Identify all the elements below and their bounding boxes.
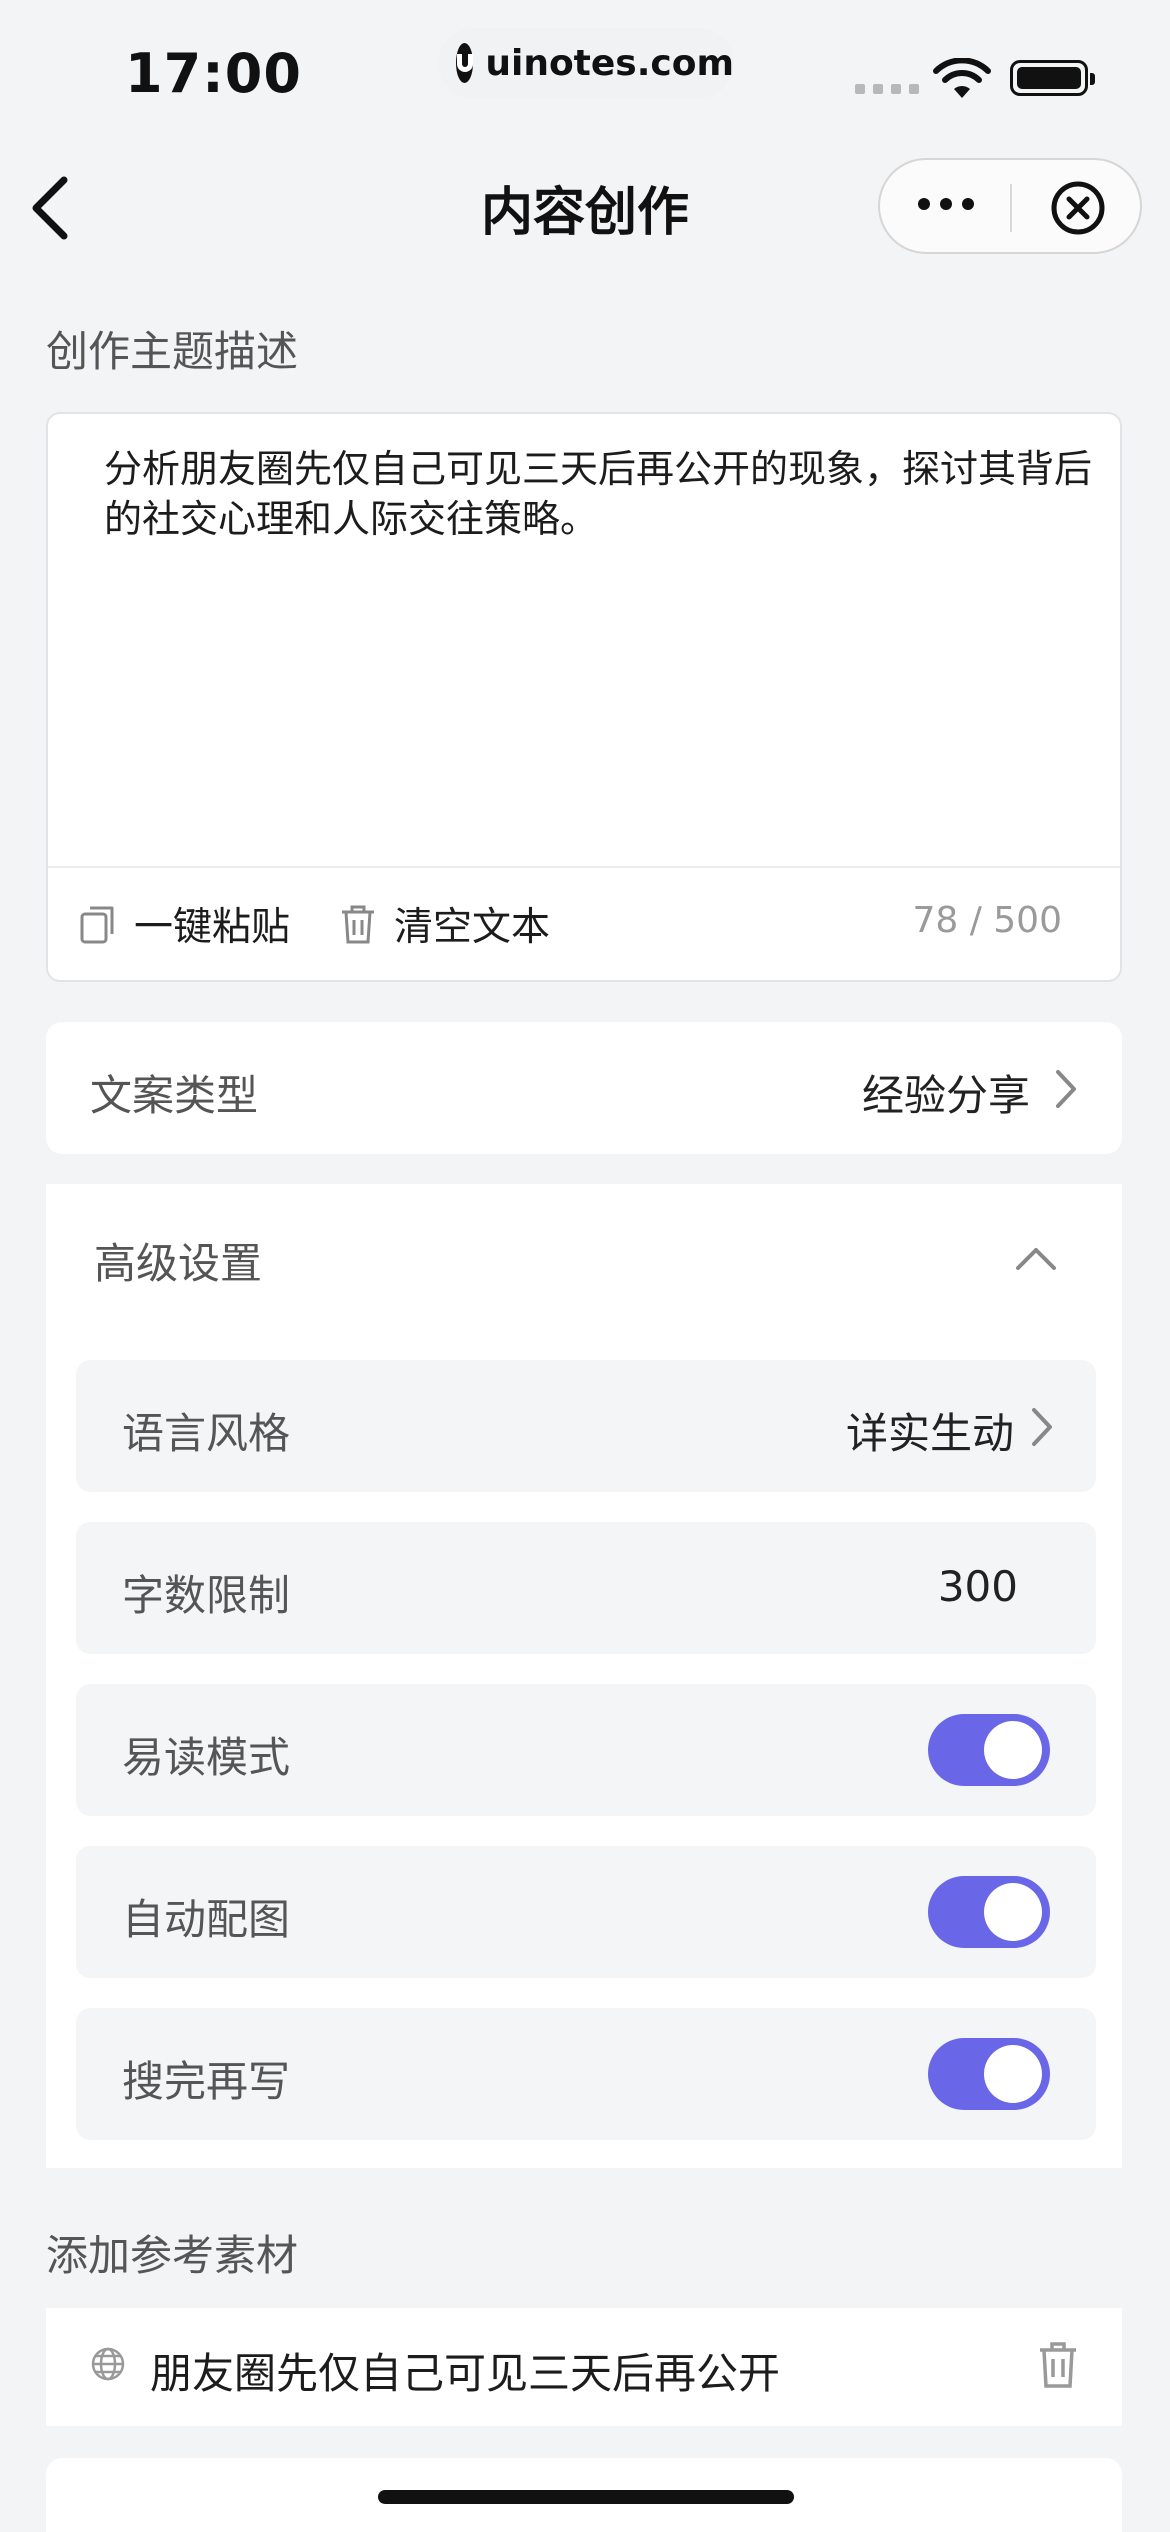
capsule-divider <box>1010 184 1012 232</box>
wifi-icon <box>933 58 991 98</box>
site-logo-icon <box>456 43 474 83</box>
globe-icon <box>91 2347 125 2381</box>
auto-image-row: 自动配图 <box>76 1846 1096 1978</box>
delete-trash-icon[interactable] <box>1036 2340 1080 2390</box>
battery-icon <box>1010 60 1095 96</box>
advanced-settings-panel: 高级设置 语言风格 详实生动 字数限制 300 易读模式 自动配图 搜完再写 <box>46 1184 1122 2168</box>
language-style-value: 详实生动 <box>845 1409 1014 1458</box>
clear-label: 清空文本 <box>394 905 551 950</box>
copy-type-row[interactable]: 文案类型 经验分享 <box>46 1022 1122 1154</box>
advanced-settings-title: 高级设置 <box>94 1239 263 1288</box>
auto-image-label: 自动配图 <box>122 1895 291 1944</box>
word-limit-input[interactable]: 300 <box>938 1562 1018 1611</box>
easy-read-row: 易读模式 <box>76 1684 1096 1816</box>
clear-text-button[interactable]: 清空文本 <box>338 896 550 952</box>
easy-read-toggle[interactable] <box>928 1714 1050 1786</box>
search-first-toggle[interactable] <box>928 2038 1050 2110</box>
reference-section-label: 添加参考素材 <box>46 2231 299 2280</box>
chevron-up-icon[interactable] <box>1012 1244 1060 1274</box>
topic-textarea[interactable]: 分析朋友圈先仅自己可见三天后再公开的现象，探讨其背后的社交心理和人际交往策略。 <box>104 444 1094 544</box>
auto-image-toggle[interactable] <box>928 1876 1050 1948</box>
more-dots-icon[interactable] <box>918 198 974 210</box>
close-circle-icon[interactable] <box>1050 180 1106 236</box>
url-pill: uinotes.com <box>438 28 734 98</box>
paste-label: 一键粘贴 <box>134 905 291 950</box>
signal-icon <box>855 84 919 94</box>
char-counter: 78 / 500 <box>912 900 1062 941</box>
topic-section-label: 创作主题描述 <box>46 327 299 376</box>
word-limit-row: 字数限制 300 <box>76 1522 1096 1654</box>
reference-item-text: 朋友圈先仅自己可见三天后再公开 <box>150 2349 781 2398</box>
mini-program-capsule <box>878 158 1142 254</box>
copy-type-value: 经验分享 <box>861 1071 1030 1120</box>
home-indicator[interactable] <box>378 2490 794 2504</box>
reference-item[interactable]: 朋友圈先仅自己可见三天后再公开 <box>46 2308 1122 2426</box>
chevron-right-icon <box>1056 1070 1076 1108</box>
url-text: uinotes.com <box>485 42 734 84</box>
language-style-label: 语言风格 <box>122 1409 291 1458</box>
language-style-row[interactable]: 语言风格 详实生动 <box>76 1360 1096 1492</box>
easy-read-label: 易读模式 <box>122 1733 291 1782</box>
status-bar: 17:00 uinotes.com <box>0 0 1170 150</box>
chevron-right-icon <box>1032 1408 1052 1446</box>
search-first-row: 搜完再写 <box>76 2008 1096 2140</box>
word-limit-label: 字数限制 <box>122 1571 291 1620</box>
paste-button[interactable]: 一键粘贴 <box>78 896 290 952</box>
search-first-label: 搜完再写 <box>122 2057 291 2106</box>
copy-icon <box>80 906 114 944</box>
status-time: 17:00 <box>125 42 302 105</box>
topic-text-card: 分析朋友圈先仅自己可见三天后再公开的现象，探讨其背后的社交心理和人际交往策略。 … <box>46 412 1122 982</box>
trash-icon <box>342 905 374 944</box>
divider <box>48 866 1120 868</box>
copy-type-label: 文案类型 <box>90 1071 259 1120</box>
